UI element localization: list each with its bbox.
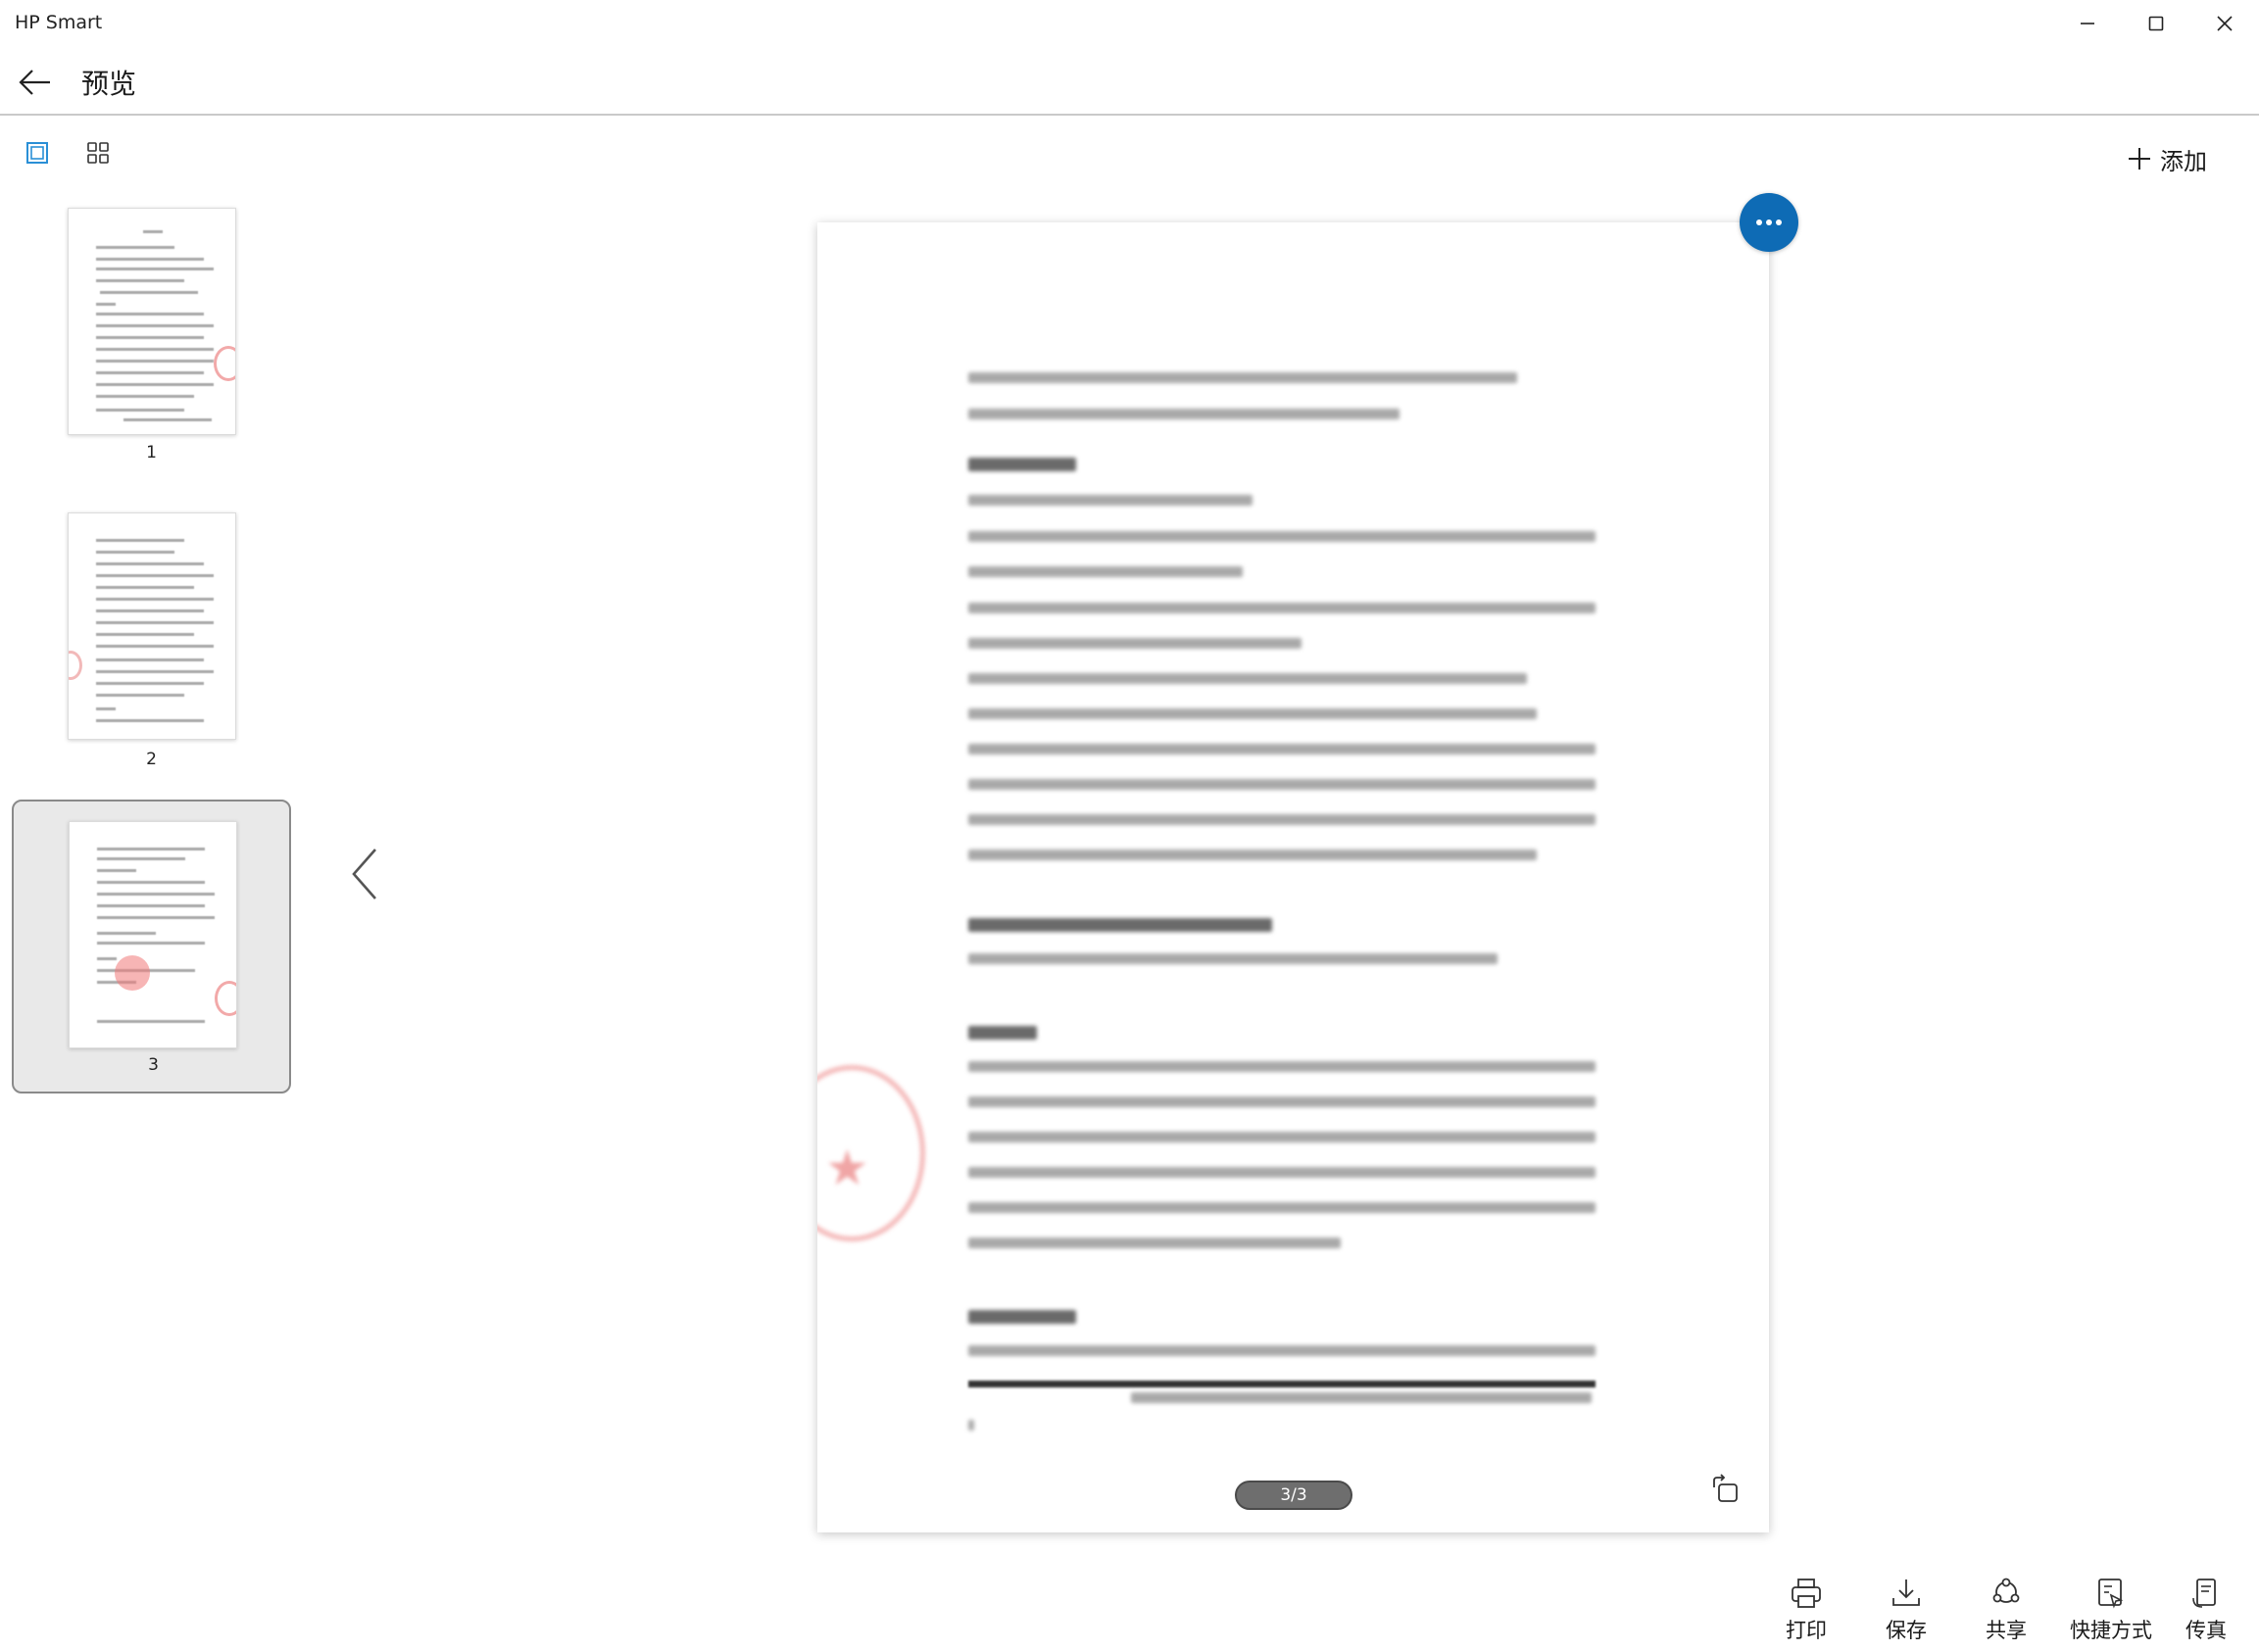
shortcut-label: 快捷方式 [2070, 1619, 2152, 1642]
shortcut-button[interactable]: 快捷方式 [2062, 1574, 2160, 1652]
app-title: HP Smart [15, 12, 103, 33]
thumbnail-page-3[interactable]: 3 [12, 800, 291, 1093]
more-horizontal-icon [1756, 219, 1782, 225]
save-button[interactable]: 保存 [1862, 1574, 1950, 1652]
more-options-button[interactable] [1740, 193, 1798, 252]
arrow-left-icon [19, 70, 50, 95]
share-button[interactable]: 共享 [1962, 1574, 2050, 1652]
thumbnail-image [69, 821, 237, 1048]
page-title: 预览 [81, 68, 137, 100]
thumbnail-number: 1 [146, 443, 157, 462]
fax-icon [2192, 1579, 2216, 1608]
print-button[interactable]: 打印 [1762, 1574, 1850, 1652]
thumbnail-page-1[interactable]: 1 [12, 196, 291, 490]
thumbnail-page-2[interactable]: 2 [12, 501, 291, 795]
thumbnail-image [68, 208, 236, 435]
title-bar: HP Smart [0, 0, 2259, 47]
download-icon [1892, 1579, 1920, 1606]
add-button[interactable]: 添加 [2127, 141, 2207, 176]
rotate-icon [1713, 1474, 1738, 1502]
rotate-button[interactable] [1708, 1472, 1743, 1507]
page-header: 预览 [0, 47, 2259, 116]
single-page-view-button[interactable] [22, 137, 53, 169]
grid-icon [87, 142, 109, 164]
document-preview[interactable]: ★ [817, 222, 1769, 1532]
maximize-button[interactable] [2122, 0, 2190, 47]
thumbnail-number: 2 [146, 750, 157, 769]
save-label: 保存 [1886, 1619, 1927, 1642]
share-label: 共享 [1986, 1619, 2027, 1642]
plus-icon [2129, 148, 2150, 170]
app-window: HP Smart 预览 添加 1 2 3 ★ 3/3 打印 保存 共享 快捷方式… [0, 0, 2259, 1652]
thumbnail-number: 3 [148, 1055, 159, 1075]
close-button[interactable] [2190, 0, 2259, 47]
single-page-icon [26, 142, 48, 164]
chevron-left-icon [352, 849, 376, 899]
share-icon [1992, 1578, 2020, 1603]
previous-page-button[interactable] [345, 845, 384, 903]
close-icon [2217, 16, 2233, 31]
thumbnail-image [68, 512, 236, 740]
printer-icon [1792, 1579, 1821, 1608]
shortcut-icon [2098, 1579, 2124, 1609]
maximize-icon [2148, 16, 2164, 31]
fax-label: 传真 [2185, 1619, 2227, 1642]
minimize-button[interactable] [2053, 0, 2122, 47]
fax-button[interactable]: 传真 [2162, 1574, 2250, 1652]
add-label: 添加 [2160, 147, 2207, 175]
grid-view-button[interactable] [82, 137, 114, 169]
back-button[interactable] [14, 61, 57, 104]
minimize-icon [2081, 23, 2094, 24]
seal-star-icon: ★ [825, 1140, 869, 1196]
page-counter: 3/3 [1235, 1481, 1352, 1510]
print-label: 打印 [1786, 1619, 1827, 1642]
